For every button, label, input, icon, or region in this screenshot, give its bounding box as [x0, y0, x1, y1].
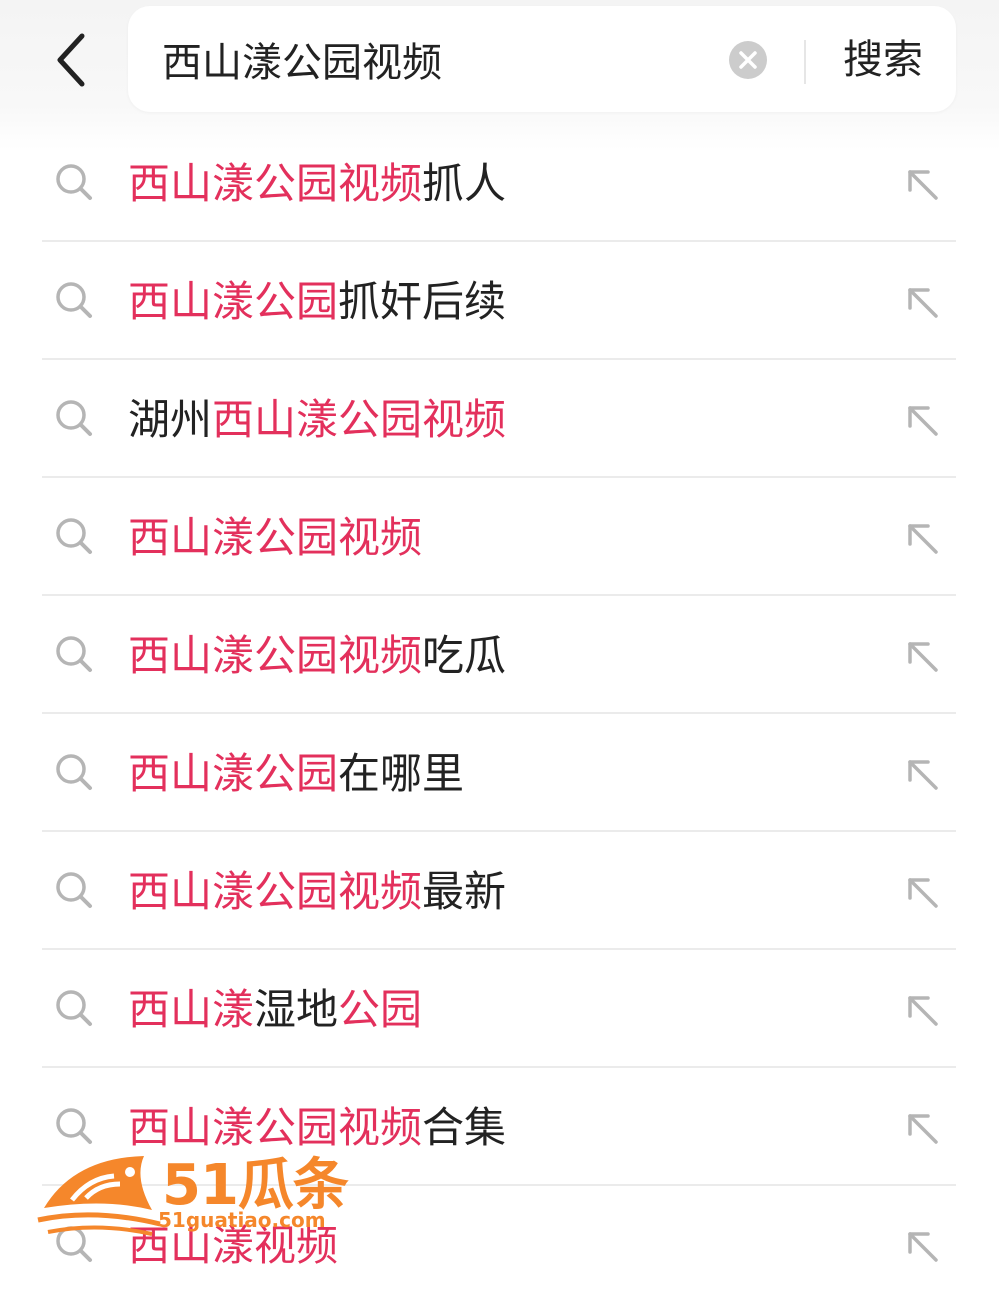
- suggestion-item[interactable]: 西山漾视频: [42, 1186, 956, 1304]
- suggestion-text: 西山漾公园在哪里: [128, 744, 464, 804]
- suggestion-highlight: 西山漾公园视频: [128, 867, 423, 916]
- suggestion-plain: 合集: [422, 1103, 507, 1152]
- search-icon: [56, 872, 92, 908]
- suggestion-item[interactable]: 西山漾公园抓奸后续: [42, 242, 956, 360]
- search-button[interactable]: 搜索: [828, 32, 938, 88]
- suggestion-list: 西山漾公园视频抓人 西山漾公园抓奸后续 湖州西山漾公园视频 西山漾公园视频 西山漾公园视…: [42, 124, 956, 1304]
- fill-query-arrow-icon[interactable]: [902, 400, 942, 440]
- suggestion-highlight: 西山漾公园: [128, 277, 339, 326]
- clear-circle-icon[interactable]: [728, 40, 768, 80]
- suggestion-highlight: 西山漾视频: [128, 1221, 339, 1270]
- fill-query-arrow-icon[interactable]: [902, 1108, 942, 1148]
- suggestion-plain: 湿地: [254, 985, 339, 1034]
- fill-query-arrow-icon[interactable]: [902, 990, 942, 1030]
- suggestion-item[interactable]: 湖州西山漾公园视频: [42, 360, 956, 478]
- search-icon: [56, 282, 92, 318]
- suggestion-plain: 抓人: [422, 159, 507, 208]
- suggestion-highlight: 西山漾公园视频: [128, 1103, 423, 1152]
- suggestion-text: 西山漾公园视频吃瓜: [128, 626, 506, 686]
- suggestion-text: 西山漾湿地公园: [128, 980, 422, 1040]
- suggestion-plain: 抓奸后续: [338, 277, 507, 326]
- suggestion-text: 西山漾公园视频: [128, 508, 422, 568]
- suggestion-plain: 湖州: [128, 395, 213, 444]
- fill-query-arrow-icon[interactable]: [902, 636, 942, 676]
- suggestion-item[interactable]: 西山漾公园视频合集: [42, 1068, 956, 1186]
- back-button[interactable]: [40, 20, 104, 100]
- chevron-left-icon: [57, 33, 85, 87]
- suggestion-item[interactable]: 西山漾公园在哪里: [42, 714, 956, 832]
- search-icon: [56, 1226, 92, 1262]
- suggestion-item[interactable]: 西山漾公园视频: [42, 478, 956, 596]
- suggestion-item[interactable]: 西山漾公园视频吃瓜: [42, 596, 956, 714]
- fill-query-arrow-icon[interactable]: [902, 282, 942, 322]
- suggestion-highlight: 西山漾公园视频: [128, 513, 423, 562]
- fill-query-arrow-icon[interactable]: [902, 518, 942, 558]
- search-icon: [56, 400, 92, 436]
- search-icon: [56, 754, 92, 790]
- search-icon: [56, 164, 92, 200]
- fill-query-arrow-icon[interactable]: [902, 872, 942, 912]
- search-icon: [56, 636, 92, 672]
- search-icon: [56, 990, 92, 1026]
- search-box: 搜索: [128, 6, 956, 112]
- suggestion-plain: 最新: [422, 867, 507, 916]
- search-icon: [56, 518, 92, 554]
- fill-query-arrow-icon[interactable]: [902, 1226, 942, 1266]
- suggestion-plain: 吃瓜: [422, 631, 507, 680]
- suggestion-text: 西山漾公园视频合集: [128, 1098, 506, 1158]
- suggestion-text: 西山漾公园视频抓人: [128, 154, 506, 214]
- search-divider: [804, 40, 806, 84]
- suggestion-text: 湖州西山漾公园视频: [128, 390, 506, 450]
- suggestion-item[interactable]: 西山漾公园视频抓人: [42, 124, 956, 242]
- suggestion-highlight: 公园: [338, 985, 423, 1034]
- suggestion-highlight: 西山漾公园: [128, 749, 339, 798]
- suggestion-highlight: 西山漾: [128, 985, 255, 1034]
- suggestion-text: 西山漾公园视频最新: [128, 862, 506, 922]
- suggestion-item[interactable]: 西山漾湿地公园: [42, 950, 956, 1068]
- suggestion-highlight: 西山漾公园视频: [212, 395, 507, 444]
- fill-query-arrow-icon[interactable]: [902, 164, 942, 204]
- suggestion-plain: 在哪里: [338, 749, 465, 798]
- suggestion-text: 西山漾视频: [128, 1216, 338, 1276]
- suggestion-text: 西山漾公园抓奸后续: [128, 272, 506, 332]
- search-input[interactable]: [162, 28, 702, 90]
- suggestion-highlight: 西山漾公园视频: [128, 159, 423, 208]
- suggestion-highlight: 西山漾公园视频: [128, 631, 423, 680]
- suggestion-item[interactable]: 西山漾公园视频最新: [42, 832, 956, 950]
- search-icon: [56, 1108, 92, 1144]
- fill-query-arrow-icon[interactable]: [902, 754, 942, 794]
